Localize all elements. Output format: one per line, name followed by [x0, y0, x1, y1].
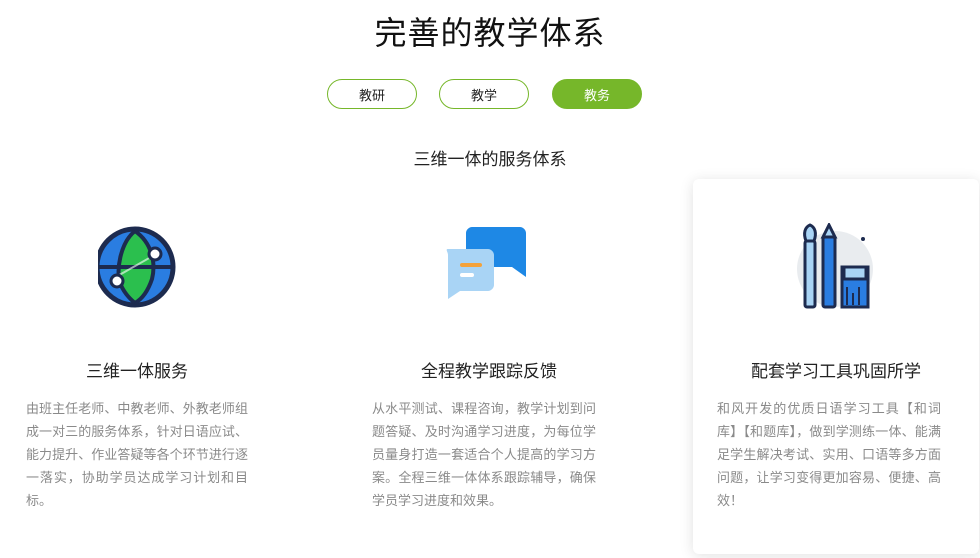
section-subtitle: 三维一体的服务体系	[413, 150, 567, 170]
tab-teaching[interactable]: 教学	[439, 79, 529, 109]
card-description: 由班主任老师、中教老师、外教老师组成一对三的服务体系，针对日语应试、能力提升、作…	[26, 402, 248, 509]
card-description: 从水平测试、课程咨询，教学计划到问题答疑、及时沟通学习进度，为每位学员量身打造一…	[372, 402, 596, 509]
globe-icon	[0, 223, 286, 309]
card-title: 三维一体服务	[86, 362, 188, 382]
card-title: 配套学习工具巩固所学	[751, 362, 921, 382]
feature-card-service: 三维一体服务 由班主任老师、中教老师、外教老师组成一对三的服务体系，针对日语应试…	[0, 179, 286, 554]
page-title: 完善的教学体系	[374, 14, 606, 52]
feature-card-feedback: 全程教学跟踪反馈 从水平测试、课程咨询，教学计划到问题答疑、及时沟通学习进度，为…	[346, 179, 632, 554]
chat-bubbles-icon	[346, 223, 632, 309]
card-description: 和风开发的优质日语学习工具【和词库】【和题库】，做到学测练一体、能满足学生解决考…	[717, 402, 941, 509]
card-title: 全程教学跟踪反馈	[421, 362, 557, 382]
tab-academic-affairs[interactable]: 教务	[552, 79, 642, 109]
tools-icon	[693, 223, 979, 309]
tab-bar: 教研 教学 教务	[0, 79, 980, 109]
feature-card-tools: 配套学习工具巩固所学 和风开发的优质日语学习工具【和词库】【和题库】，做到学测练…	[693, 179, 979, 554]
tab-research[interactable]: 教研	[327, 79, 417, 109]
